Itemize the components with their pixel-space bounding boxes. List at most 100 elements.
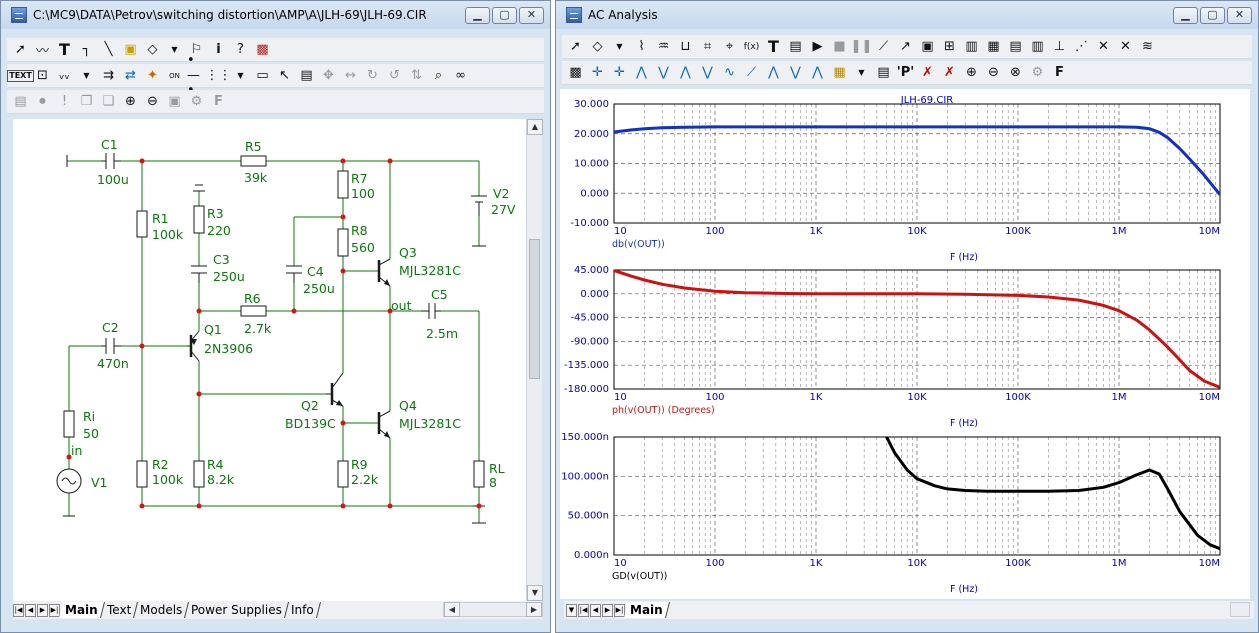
- global-low-icon[interactable]: ⋁: [786, 63, 805, 82]
- attribute-text-icon[interactable]: ⊡: [33, 66, 52, 85]
- tab-models[interactable]: Models: [133, 602, 190, 618]
- probe-icon[interactable]: ᵥᵥ: [55, 66, 74, 85]
- rotate-icon[interactable]: ↻: [363, 66, 382, 85]
- font-icon[interactable]: F: [1050, 63, 1069, 82]
- rotate-left-icon[interactable]: ↺: [385, 66, 404, 85]
- pause-icon[interactable]: ❚❚: [851, 37, 873, 56]
- zoom-fit-icon[interactable]: ⊗: [1006, 63, 1025, 82]
- table-icon[interactable]: ⊞: [940, 37, 959, 56]
- scroll-right-icon[interactable]: [1230, 602, 1250, 617]
- tab-main[interactable]: Main: [624, 602, 670, 618]
- border-icon[interactable]: ▣: [918, 37, 937, 56]
- scroll-down-icon[interactable]: ▼: [527, 585, 543, 601]
- next-page-icon[interactable]: ▶: [602, 603, 613, 617]
- copy-icon[interactable]: ❐: [77, 92, 96, 111]
- properties-icon[interactable]: ▤: [297, 66, 316, 85]
- line-icon[interactable]: ⟋: [874, 37, 893, 56]
- cursor-right-icon[interactable]: ✛: [610, 63, 629, 82]
- scroll-up-icon[interactable]: ▲: [527, 119, 543, 135]
- zoom-out-icon[interactable]: ⊖: [984, 63, 1003, 82]
- current-flow-icon[interactable]: ⇄: [121, 66, 140, 85]
- graph-icon[interactable]: ⌇: [632, 37, 651, 56]
- first-page-icon[interactable]: |◀: [13, 603, 24, 617]
- wire-tilde-icon[interactable]: 〰: [33, 40, 52, 59]
- tag-icon[interactable]: ⌗: [698, 37, 717, 56]
- grid-dots-icon[interactable]: ▥: [1028, 37, 1047, 56]
- font-icon[interactable]: F: [209, 92, 228, 111]
- scroll-right-icon[interactable]: ▶: [526, 602, 542, 617]
- info-icon[interactable]: i: [209, 40, 228, 59]
- close-button[interactable]: ✕: [1227, 7, 1252, 24]
- schematic-vertical-scrollbar[interactable]: ▲ ▼: [526, 119, 543, 601]
- pin-connections-icon[interactable]: ON: [165, 66, 184, 85]
- node-numbers-icon[interactable]: ⇉: [99, 66, 118, 85]
- stop-icon[interactable]: ⏺: [33, 92, 52, 111]
- border-icon[interactable]: ▭: [253, 66, 272, 85]
- fx-icon[interactable]: f(x): [742, 37, 761, 56]
- valley-icon[interactable]: ⋁: [654, 63, 673, 82]
- scale-icon[interactable]: ⊔: [676, 37, 695, 56]
- select-arrow-icon[interactable]: ➚: [11, 40, 30, 59]
- move-icon[interactable]: ✥: [319, 66, 338, 85]
- select-cursor-icon[interactable]: ↖: [275, 66, 294, 85]
- alert-icon[interactable]: !: [55, 92, 74, 111]
- flip-icon[interactable]: ⇅: [407, 66, 426, 85]
- zoom-in-icon[interactable]: ⊕: [962, 63, 981, 82]
- dropdown-arrow-icon[interactable]: ▼: [231, 66, 250, 85]
- low-icon[interactable]: ⋁: [698, 63, 717, 82]
- schematic-titlebar[interactable]: C:\MC9\DATA\Petrov\switching distortion\…: [1, 1, 550, 29]
- point-tag-icon[interactable]: ⌖: [720, 37, 739, 56]
- p-key-icon[interactable]: 'P': [896, 63, 915, 82]
- tab-text[interactable]: Text: [100, 602, 138, 618]
- text-mode-icon[interactable]: TEXT: [7, 66, 34, 85]
- global-high-icon[interactable]: ⋀: [764, 63, 783, 82]
- settings-icon[interactable]: ⚙: [187, 92, 206, 111]
- grid-icon[interactable]: ▦: [984, 37, 1003, 56]
- top-icon[interactable]: ⋀: [808, 63, 827, 82]
- properties-icon[interactable]: ▤: [786, 37, 805, 56]
- plot-area[interactable]: 30.000 20.000 10.000 0.000 -10.000 10 100 1K 10K…: [560, 89, 1250, 599]
- shapes-icon[interactable]: ◇: [588, 37, 607, 56]
- last-page-icon[interactable]: ▶|: [614, 603, 625, 617]
- dropdown-arrow-icon[interactable]: ▼: [165, 40, 184, 59]
- stop-icon[interactable]: ■: [830, 37, 849, 56]
- prev-page-icon[interactable]: ◀: [590, 603, 601, 617]
- trend-icon[interactable]: ↗: [896, 37, 915, 56]
- scale-x-icon[interactable]: ⋰: [1072, 37, 1091, 56]
- wire-tool-icon[interactable]: ┐: [77, 40, 96, 59]
- slope-icon[interactable]: ⟋: [742, 63, 761, 82]
- peak-icon[interactable]: ⋀: [632, 63, 651, 82]
- paste-icon[interactable]: ❏: [99, 92, 118, 111]
- cursor-icon[interactable]: ✕: [1094, 37, 1113, 56]
- minimize-button[interactable]: ▁: [465, 7, 490, 24]
- ac-analysis-titlebar[interactable]: AC Analysis ▁ ▢ ✕: [556, 1, 1258, 29]
- horizontal-scrollbar[interactable]: ◀ ▶: [443, 602, 543, 617]
- component-icon[interactable]: ▣: [121, 40, 140, 59]
- help-icon[interactable]: ?: [231, 40, 250, 59]
- tab-info[interactable]: Info: [285, 602, 321, 618]
- maximize-button[interactable]: ▢: [1200, 7, 1225, 24]
- select-arrow-icon[interactable]: ➚: [566, 37, 585, 56]
- scroll-thumb[interactable]: [529, 239, 540, 379]
- close-button[interactable]: ✕: [519, 7, 544, 24]
- high-icon[interactable]: ⋀: [676, 63, 695, 82]
- waveform-icon[interactable]: ≋: [1138, 37, 1157, 56]
- tab-main[interactable]: Main: [59, 602, 105, 618]
- dropdown-arrow-icon[interactable]: ▼: [77, 66, 96, 85]
- pin-dots-icon[interactable]: •—•: [187, 53, 206, 98]
- text-tool-icon[interactable]: T: [55, 40, 74, 59]
- grid-minor-icon[interactable]: ▤: [1006, 37, 1025, 56]
- camera-icon[interactable]: ▣: [165, 92, 184, 111]
- text-tool-icon[interactable]: T: [764, 37, 783, 56]
- first-page-icon[interactable]: |◀: [578, 603, 589, 617]
- scroll-left-icon[interactable]: ◀: [444, 602, 460, 617]
- zoom-out-icon[interactable]: ⊖: [143, 92, 162, 111]
- dropdown-arrow-icon[interactable]: ▼: [566, 603, 577, 617]
- scope-icon[interactable]: ♒: [654, 37, 673, 56]
- y-range-icon[interactable]: ✗: [940, 63, 959, 82]
- next-page-icon[interactable]: ▶: [37, 603, 48, 617]
- numeric-output-icon[interactable]: ▤: [874, 63, 893, 82]
- tag-mode-icon[interactable]: ▦: [830, 63, 849, 82]
- settings-icon[interactable]: ⚙: [1028, 63, 1047, 82]
- run-icon[interactable]: ▶: [808, 37, 827, 56]
